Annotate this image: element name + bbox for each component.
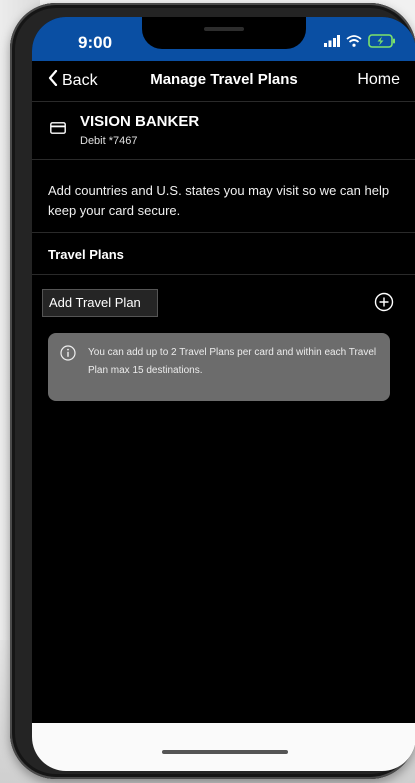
divider: [32, 159, 415, 160]
bottom-bar: [32, 723, 415, 771]
travel-plan-limit-notice: You can add up to 2 Travel Plans per car…: [48, 333, 390, 401]
home-button[interactable]: Home: [357, 71, 400, 89]
back-label: Back: [62, 71, 98, 89]
divider: [32, 274, 415, 275]
battery-icon: [368, 33, 396, 53]
signal-icon: [324, 34, 340, 52]
wifi-icon: [346, 34, 362, 52]
info-icon: [60, 345, 76, 366]
plus-circle-icon[interactable]: [374, 292, 394, 317]
notch: [142, 17, 306, 49]
status-time: 9:00: [78, 33, 113, 52]
divider: [32, 101, 415, 102]
add-travel-plan-button[interactable]: Add Travel Plan: [42, 289, 158, 317]
home-indicator[interactable]: [162, 750, 288, 754]
phone-frame: 9:00 Back Manage Travel Plans Home VISIO…: [10, 3, 415, 779]
card-number: Debit *7467: [80, 135, 138, 147]
card-name: VISION BANKER: [80, 113, 200, 130]
navigation-bar: Back Manage Travel Plans Home: [32, 61, 415, 101]
chevron-left-icon: [48, 69, 58, 91]
back-button[interactable]: Back: [48, 69, 98, 91]
notice-text: You can add up to 2 Travel Plans per car…: [88, 347, 377, 376]
travel-plans-heading: Travel Plans: [48, 247, 124, 262]
travel-info-text: Add countries and U.S. states you may vi…: [48, 183, 390, 218]
credit-card-icon: [50, 121, 66, 139]
phone-screen: 9:00 Back Manage Travel Plans Home VISIO…: [32, 17, 415, 771]
status-bar: 9:00: [32, 17, 415, 61]
card-summary: VISION BANKER Debit *7467: [32, 103, 415, 159]
divider: [32, 232, 415, 233]
speaker: [204, 27, 244, 31]
status-icons: [324, 33, 396, 53]
